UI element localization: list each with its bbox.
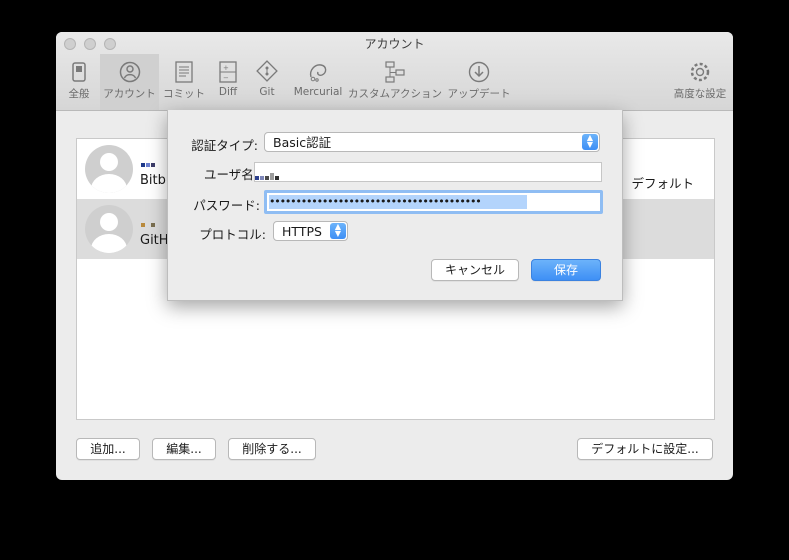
redacted-username: [141, 156, 156, 170]
toolbar-general[interactable]: 全般: [59, 54, 99, 110]
gear-icon: [690, 62, 710, 82]
edit-account-button[interactable]: 編集...: [152, 438, 216, 460]
mercurial-icon: [309, 64, 327, 82]
username-label: ユーザ名:: [204, 167, 258, 182]
default-account-label: デフォルト: [631, 176, 694, 191]
password-field[interactable]: ••••••••••••••••••••••••••••••••••••••••: [264, 190, 603, 214]
auth-type-value: Basic認証: [273, 135, 332, 150]
avatar: [85, 145, 133, 193]
titlebar: アカウント 全般 アカウント コミット + − Diff Git Mercuri…: [56, 32, 733, 111]
add-account-button[interactable]: 追加...: [76, 438, 140, 460]
account-service-name: GitH: [140, 233, 169, 248]
svg-text:+: +: [223, 64, 229, 72]
auth-type-select[interactable]: Basic認証 ▲ ▼: [264, 132, 600, 152]
redacted-username: [141, 216, 156, 230]
auth-type-label: 認証タイプ:: [191, 138, 258, 153]
edit-account-sheet: 認証タイプ: Basic認証 ▲ ▼ ユーザ名: パスワード: •••••••••…: [167, 110, 623, 301]
toolbar-git[interactable]: Git: [252, 54, 282, 110]
general-switch-icon: [72, 62, 86, 82]
commit-document-icon: [175, 61, 193, 83]
avatar: [85, 205, 133, 253]
protocol-label: プロトコル:: [199, 227, 266, 242]
svg-text:−: −: [223, 74, 229, 82]
username-field[interactable]: [254, 162, 602, 182]
download-update-icon: [468, 61, 490, 83]
toolbar-advanced[interactable]: 高度な設定: [670, 54, 730, 110]
set-default-button[interactable]: デフォルトに設定...: [577, 438, 713, 460]
git-icon: [256, 60, 278, 82]
toolbar-label: Git: [259, 86, 275, 98]
toolbar-label: 全般: [68, 88, 90, 100]
diff-icon: + −: [219, 61, 237, 83]
protocol-value: HTTPS: [282, 224, 322, 239]
toolbar-label: コミット: [163, 88, 205, 100]
protocol-select[interactable]: HTTPS ▲ ▼: [273, 221, 348, 241]
toolbar-commit[interactable]: コミット: [161, 54, 207, 110]
toolbar-update[interactable]: アップデート: [446, 54, 512, 110]
toolbar-diff[interactable]: + − Diff: [210, 54, 246, 110]
password-label: パスワード:: [193, 198, 260, 213]
toolbar-label: アップデート: [447, 88, 511, 100]
toolbar-accounts[interactable]: アカウント: [100, 54, 159, 110]
window-title: アカウント: [364, 37, 425, 51]
redacted-username: [255, 169, 280, 183]
save-button[interactable]: 保存: [531, 259, 601, 281]
cancel-button[interactable]: キャンセル: [431, 259, 519, 281]
toolbar-label: Diff: [218, 86, 238, 98]
toolbar-custom-actions[interactable]: カスタムアクション: [347, 54, 443, 110]
toolbar-label: 高度な設定: [673, 88, 727, 100]
select-stepper-icon: ▲ ▼: [330, 223, 346, 239]
toolbar-label: カスタムアクション: [348, 88, 442, 100]
custom-actions-flowchart-icon: [385, 61, 405, 83]
account-icon: [119, 61, 140, 83]
toolbar-label: アカウント: [103, 88, 156, 100]
delete-account-button[interactable]: 削除する...: [228, 438, 316, 460]
password-selected-text: ••••••••••••••••••••••••••••••••••••••••: [269, 195, 527, 209]
toolbar-label: Mercurial: [293, 86, 343, 98]
select-stepper-icon: ▲ ▼: [582, 134, 598, 150]
toolbar-mercurial[interactable]: Mercurial: [288, 54, 348, 110]
